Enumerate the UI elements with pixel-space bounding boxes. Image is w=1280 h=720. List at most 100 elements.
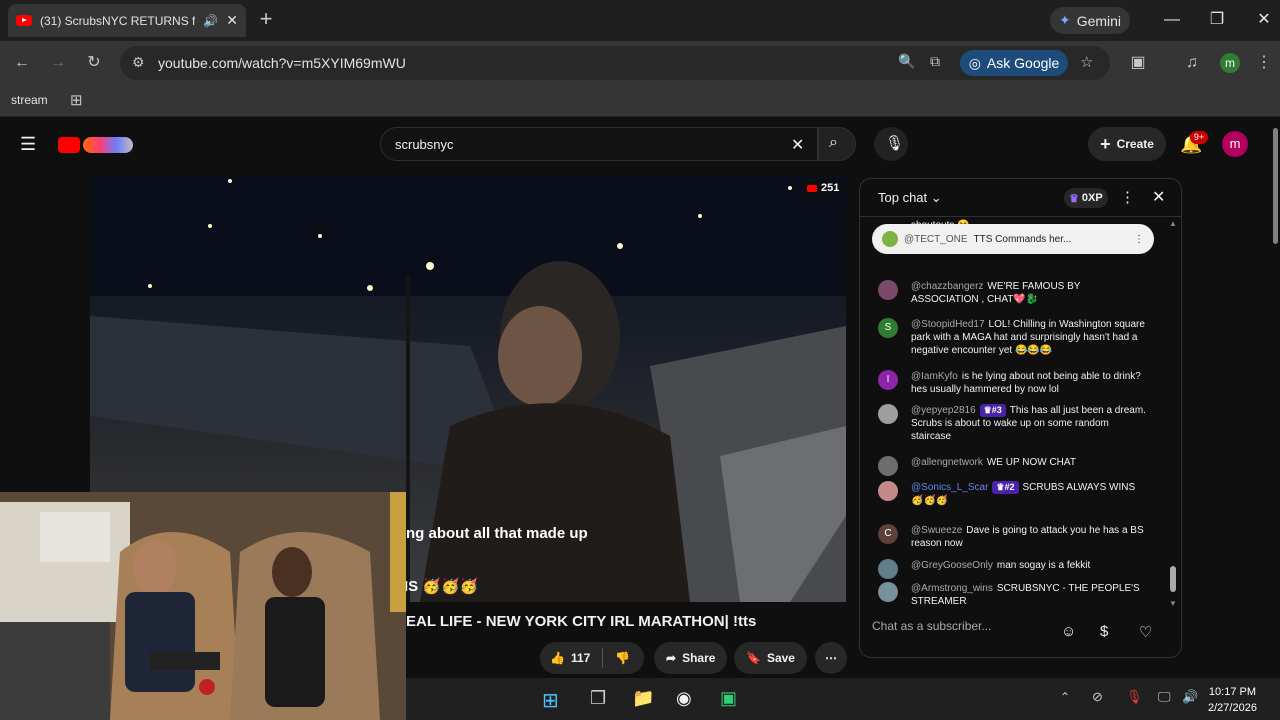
emoji-icon[interactable]: ☺ <box>1061 623 1076 640</box>
chat-menu-icon[interactable]: ⋮ <box>1120 188 1135 206</box>
chat-username[interactable]: @yepyep2816 <box>911 405 976 416</box>
youtube-avatar[interactable]: m <box>1222 131 1248 157</box>
pinned-message[interactable]: @TECT_ONE TTS Commands her... ⋮ <box>872 224 1154 254</box>
xp-value: 0XP <box>1081 192 1103 204</box>
chat-avatar[interactable] <box>878 559 898 579</box>
back-icon[interactable]: ← <box>10 51 34 75</box>
like-button[interactable]: 👍 117 <box>550 651 590 665</box>
ask-google-button[interactable]: ◎ Ask Google <box>960 50 1068 76</box>
bookmark-stream[interactable]: stream <box>11 93 48 107</box>
chat-scroll-thumb[interactable] <box>1170 566 1176 592</box>
speaker-icon[interactable]: 🔊 <box>203 14 218 28</box>
chat-message[interactable]: S @StoopidHed17 LOL! Chilling in Washingto… <box>878 318 1148 357</box>
save-button[interactable]: 🔖 Save <box>734 642 807 674</box>
chat-username[interactable]: @allengnetwork <box>911 457 983 468</box>
youtube-logo[interactable] <box>58 135 136 155</box>
chat-message-body: @StoopidHed17 LOL! Chilling in Washington… <box>911 318 1148 357</box>
bookmark-star-icon[interactable]: ☆ <box>1080 53 1093 71</box>
chat-username[interactable]: @GreyGooseOnly <box>911 560 993 571</box>
chat-avatar[interactable]: S <box>878 318 898 338</box>
new-tab-button[interactable]: + <box>256 8 276 32</box>
chat-message[interactable]: @allengnetwork WE UP NOW CHAT <box>878 456 1148 476</box>
hamburger-menu-icon[interactable]: ☰ <box>20 134 36 155</box>
scroll-down-icon[interactable]: ▼ <box>1169 599 1177 608</box>
volume-tray-icon[interactable]: 🔊 <box>1182 689 1198 705</box>
chat-username[interactable]: @chazzbangerz <box>911 281 983 292</box>
pinned-menu-icon[interactable]: ⋮ <box>1134 234 1144 245</box>
xp-badge[interactable]: ♛ 0XP <box>1064 188 1108 208</box>
tab-close-icon[interactable]: ✕ <box>226 12 238 29</box>
search-input[interactable]: scrubsnyc <box>395 137 454 152</box>
clear-search-icon[interactable]: ✕ <box>791 135 804 155</box>
super-chat-icon[interactable]: $ <box>1100 623 1108 640</box>
chat-username[interactable]: @Swueeze <box>911 525 962 536</box>
voice-search-button[interactable]: 🎙 <box>874 127 908 161</box>
more-actions-button[interactable]: ⋯ <box>815 642 847 674</box>
like-count: 117 <box>570 651 591 665</box>
webcam-frame <box>0 492 406 720</box>
viewer-count: 251 <box>821 182 840 194</box>
restore-icon[interactable]: ❐ <box>1205 8 1229 32</box>
chat-avatar[interactable]: C <box>878 524 898 544</box>
address-bar[interactable]: ⚙ youtube.com/watch?v=m5XYIM69mWU 🔍 ⧉ ◎ … <box>120 46 1110 80</box>
chrome-menu-icon[interactable]: ⋮ <box>1252 51 1276 75</box>
microphone-tray-icon[interactable]: 🎙 <box>1126 689 1143 705</box>
apps-grid-icon[interactable]: ⊞ <box>70 91 83 109</box>
site-info-icon[interactable]: ⚙ <box>132 54 145 71</box>
task-view-icon[interactable]: ❒ <box>590 688 606 709</box>
heart-icon[interactable]: ♡ <box>1139 623 1152 641</box>
search-box[interactable]: scrubsnyc ✕ <box>380 127 818 161</box>
chat-username[interactable]: @Armstrong_wins <box>911 583 993 594</box>
forward-icon[interactable]: → <box>46 51 70 75</box>
chat-message[interactable]: @yepyep2816 ♛#3 This has all just been a d… <box>878 404 1148 443</box>
create-button[interactable]: + Create <box>1088 127 1166 161</box>
chat-input[interactable]: Chat as a subscriber... <box>872 619 1092 633</box>
sidepanel-icon[interactable]: ▣ <box>1126 51 1150 75</box>
chat-avatar[interactable]: I <box>878 370 898 390</box>
file-explorer-icon[interactable]: 📁 <box>632 688 654 709</box>
url-text[interactable]: youtube.com/watch?v=m5XYIM69mWU <box>158 55 406 71</box>
chat-username[interactable]: @StoopidHed17 <box>911 319 985 330</box>
chat-avatar[interactable] <box>878 481 898 501</box>
lens-icon: ◎ <box>968 54 981 71</box>
chrome-taskbar-icon[interactable]: ◉ <box>676 688 692 709</box>
monitor-tray-icon[interactable]: 🖵 <box>1158 689 1171 705</box>
chat-username[interactable]: @Sonics_L_Scar <box>911 482 988 493</box>
chat-scrollbar[interactable]: ▲ ▼ <box>1169 219 1177 609</box>
chat-message[interactable]: C @Swueeze Dave is going to attack you he … <box>878 524 1148 550</box>
top-chat-dropdown[interactable]: Top chat ⌄ <box>878 190 942 206</box>
chat-username[interactable]: @IamKyfo <box>911 371 958 382</box>
taskbar-clock[interactable]: 10:17 PM 2/27/2026 <box>1208 684 1257 716</box>
page-scrollbar[interactable] <box>1273 128 1278 244</box>
chat-message[interactable]: I @IamKyfo is he lying about not being abl… <box>878 370 1148 396</box>
chat-message[interactable]: @GreyGooseOnly man sogay is a fekkit <box>878 559 1148 579</box>
share-icon: ➦ <box>666 651 677 665</box>
gemini-button[interactable]: ✦ Gemini <box>1050 7 1130 34</box>
webcam-overlay <box>0 492 406 720</box>
chat-message[interactable]: @chazzbangerz WE'RE FAMOUS BY ASSOCIATION… <box>878 280 1148 306</box>
close-window-icon[interactable]: ✕ <box>1252 8 1276 32</box>
chat-avatar[interactable] <box>878 404 898 424</box>
media-controls-icon[interactable]: ♫ <box>1180 51 1204 75</box>
tray-chevron-icon[interactable]: ⌃ <box>1060 690 1070 704</box>
profile-avatar[interactable]: m <box>1220 53 1240 73</box>
minimize-icon[interactable]: — <box>1160 8 1184 32</box>
network-off-icon[interactable]: ⊘ <box>1092 689 1103 705</box>
browser-tab[interactable]: (31) ScrubsNYC RETURNS fr 🔊 ✕ <box>8 4 246 37</box>
chat-avatar[interactable] <box>878 456 898 476</box>
chat-avatar[interactable] <box>878 582 898 602</box>
share-button[interactable]: ➦ Share <box>654 642 728 674</box>
thumbs-down-icon[interactable]: 👎 <box>615 651 630 665</box>
install-app-icon[interactable]: ⧉ <box>930 53 940 70</box>
close-chat-icon[interactable]: ✕ <box>1152 187 1165 207</box>
scroll-up-icon[interactable]: ▲ <box>1169 219 1177 228</box>
reload-icon[interactable]: ↻ <box>82 51 106 75</box>
search-button[interactable]: ⌕ <box>818 127 856 161</box>
windows-start-icon[interactable]: ⊞ <box>542 688 559 713</box>
pinned-text: TTS Commands her... <box>973 233 1072 245</box>
zoom-icon[interactable]: 🔍 <box>898 53 915 70</box>
chat-message[interactable]: @Armstrong_wins SCRUBSNYC - THE PEOPLE'S … <box>878 582 1148 608</box>
app-taskbar-icon[interactable]: ▣ <box>720 688 737 709</box>
chat-message[interactable]: @Sonics_L_Scar ♛#2 SCRUBS ALWAYS WINS 🥳🥳🥳 <box>878 481 1148 507</box>
chat-avatar[interactable] <box>878 280 898 300</box>
